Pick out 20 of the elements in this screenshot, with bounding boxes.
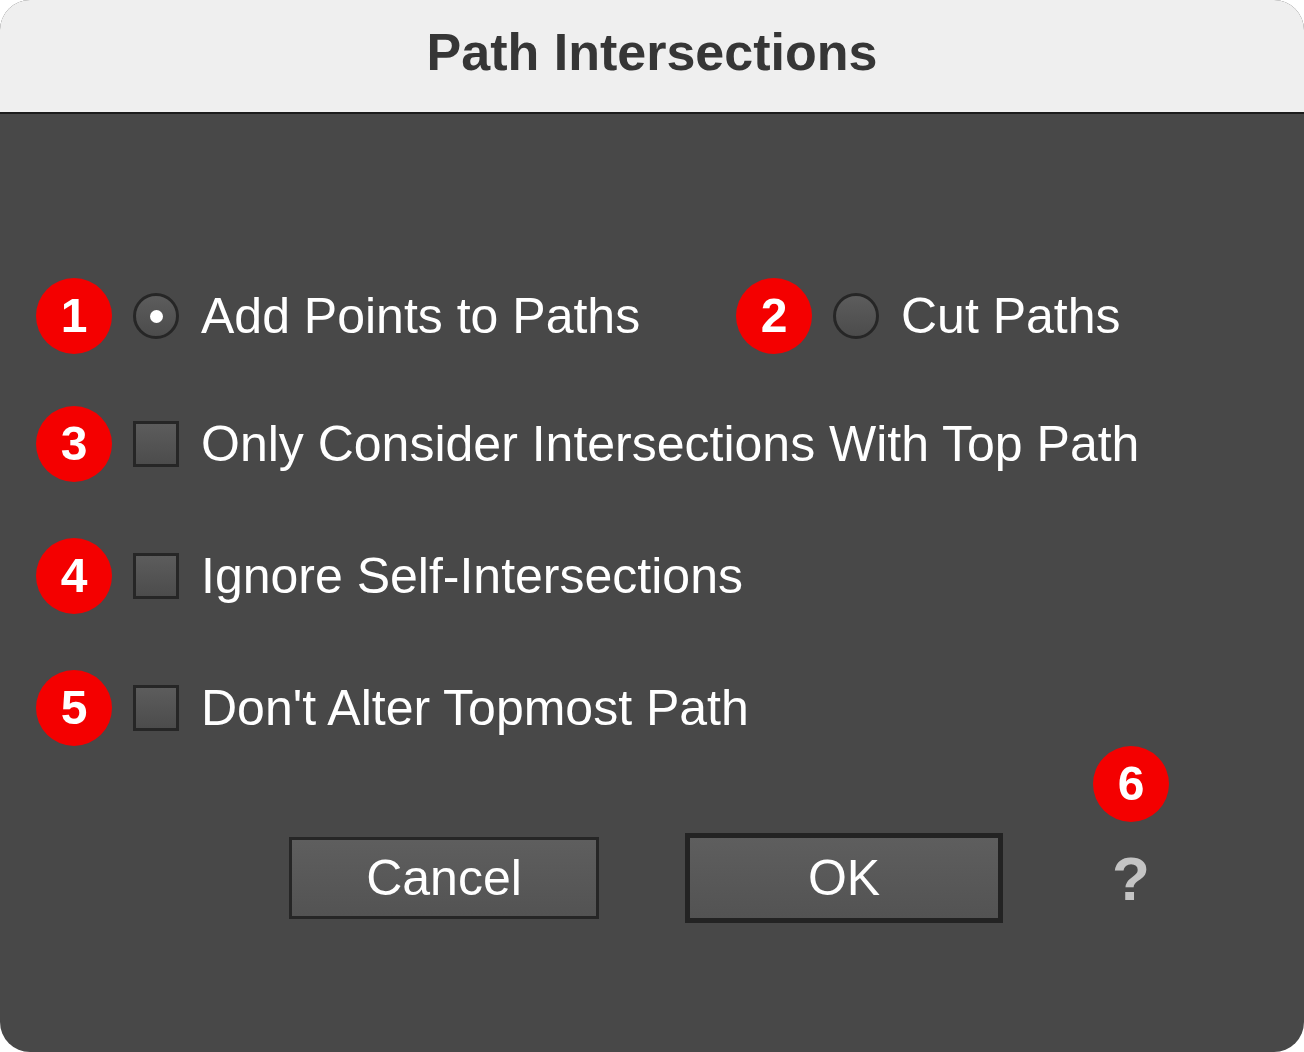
radio-button[interactable] — [133, 293, 179, 339]
checkbox-label[interactable]: Only Consider Intersections With Top Path — [201, 419, 1140, 469]
callout-badge: 1 — [36, 278, 112, 354]
callout-badge: 5 — [36, 670, 112, 746]
callout-badge: 3 — [36, 406, 112, 482]
checkbox[interactable] — [133, 421, 179, 467]
checkbox-label[interactable]: Ignore Self-Intersections — [201, 551, 743, 601]
callout-badge: 6 — [1093, 746, 1169, 822]
option-label[interactable]: Cut Paths — [901, 291, 1121, 341]
window-title: Path Intersections — [426, 26, 878, 83]
option-label[interactable]: Add Points to Paths — [201, 291, 641, 341]
callout-badge: 2 — [736, 278, 812, 354]
help-button[interactable]: ? — [1112, 848, 1150, 910]
cancel-button[interactable]: Cancel — [289, 837, 599, 919]
checkbox[interactable] — [133, 553, 179, 599]
radio-button[interactable] — [833, 293, 879, 339]
ok-button[interactable]: OK — [685, 833, 1003, 923]
checkbox[interactable] — [133, 685, 179, 731]
checkbox-label[interactable]: Don't Alter Topmost Path — [201, 683, 749, 733]
callout-badge: 4 — [36, 538, 112, 614]
